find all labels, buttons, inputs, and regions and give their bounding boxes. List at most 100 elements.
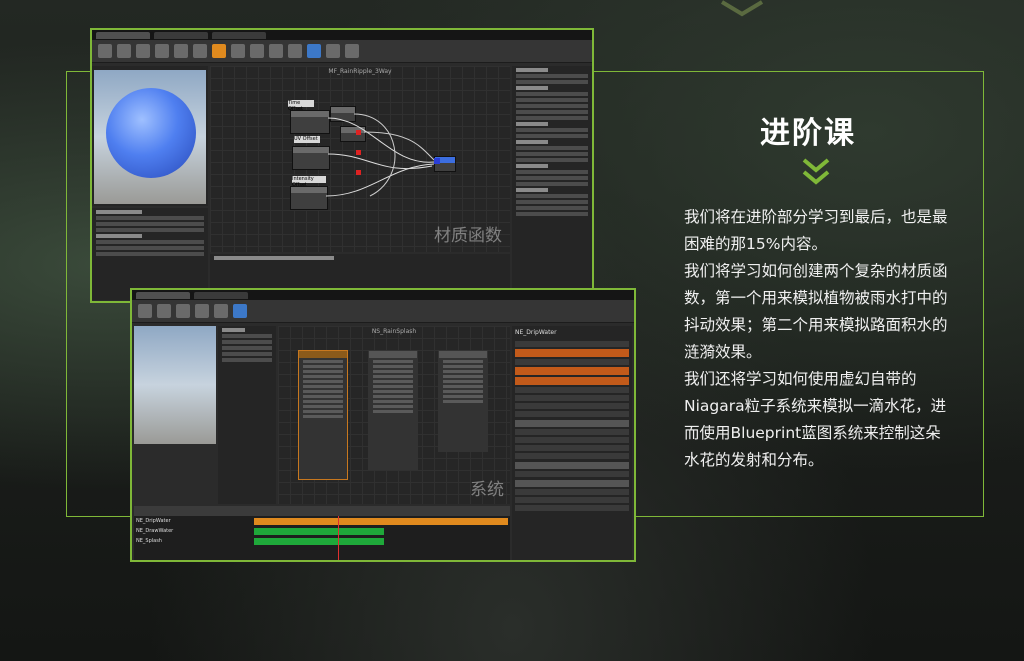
live-preview-icon[interactable] xyxy=(288,44,302,58)
more-icon[interactable] xyxy=(345,44,359,58)
palette-category xyxy=(516,122,548,126)
play-icon[interactable] xyxy=(233,304,247,318)
palette-item[interactable] xyxy=(516,98,588,102)
palette-item[interactable] xyxy=(516,200,588,204)
save-icon[interactable] xyxy=(138,304,152,318)
track-label-1[interactable]: NE_DripWater xyxy=(136,518,171,524)
stats-icon[interactable] xyxy=(212,44,226,58)
tab-editor-3[interactable] xyxy=(212,31,266,39)
property-row[interactable] xyxy=(515,437,629,443)
bounds-icon[interactable] xyxy=(214,304,228,318)
tab-editor-2[interactable] xyxy=(154,31,208,39)
property-row[interactable] xyxy=(515,429,629,435)
release-stats-icon[interactable] xyxy=(231,44,245,58)
track-label-3[interactable]: NE_Splash xyxy=(136,538,162,544)
search-field[interactable] xyxy=(515,341,629,347)
clean-up-icon[interactable] xyxy=(193,44,207,58)
track-label-2[interactable]: NE_DrawWater xyxy=(136,528,173,534)
preview-sphere xyxy=(106,88,196,178)
module-row[interactable] xyxy=(515,411,629,417)
scalability-header[interactable] xyxy=(515,462,629,469)
hide-connectors-icon[interactable] xyxy=(269,44,283,58)
apply-icon[interactable] xyxy=(136,44,150,58)
parameter-row[interactable] xyxy=(222,346,272,350)
module-row[interactable] xyxy=(515,403,629,409)
timeline-track-bar[interactable] xyxy=(254,538,384,545)
system-overview-graph[interactable]: NS_RainSplash 系统 xyxy=(278,326,510,504)
module-row[interactable] xyxy=(515,387,629,393)
tab-system[interactable] xyxy=(136,291,190,299)
palette-item[interactable] xyxy=(516,80,588,84)
search-icon[interactable] xyxy=(155,44,169,58)
spawn-burst-header[interactable] xyxy=(515,480,629,487)
palette-item[interactable] xyxy=(516,116,588,120)
top-chevron-icon xyxy=(720,0,764,17)
description-paragraph: 我们将学习如何创建两个复杂的材质函数，第一个用来模拟植物被雨水打中的抖动效果；第… xyxy=(684,262,948,361)
details-header xyxy=(96,234,143,238)
parameter-row[interactable] xyxy=(222,340,272,344)
palette-item[interactable] xyxy=(516,182,588,186)
description-paragraph: 我们还将学习如何使用虚幻自带的Niagara粒子系统来模拟一滴水花，进而使用Bl… xyxy=(684,370,947,469)
property-row[interactable] xyxy=(515,489,629,495)
emitter-node[interactable] xyxy=(368,350,418,470)
preview-panel xyxy=(92,66,208,206)
palette-item[interactable] xyxy=(516,74,588,78)
node-graph[interactable]: MF_RainRipple_3Way Time Offset UV Offset… xyxy=(210,66,510,252)
parameter-row[interactable] xyxy=(222,334,272,338)
timeline-track-bar[interactable] xyxy=(254,518,508,525)
compile-icon[interactable] xyxy=(176,304,190,318)
palette-item[interactable] xyxy=(516,92,588,96)
playhead[interactable] xyxy=(338,516,339,560)
property-row[interactable] xyxy=(515,471,629,477)
save-icon[interactable] xyxy=(98,44,112,58)
property-row[interactable] xyxy=(515,453,629,459)
graph-title: NS_RainSplash xyxy=(371,328,417,335)
preview-viewport[interactable] xyxy=(134,326,216,444)
palette-item[interactable] xyxy=(516,206,588,210)
palette-item[interactable] xyxy=(516,134,588,138)
module-row[interactable] xyxy=(515,349,629,357)
emitter-node[interactable] xyxy=(438,350,488,452)
emitter-state-header[interactable] xyxy=(515,420,629,427)
selection-panel: NE_DripWater xyxy=(512,326,632,560)
tab-system-2[interactable] xyxy=(194,291,248,299)
tab-editor[interactable] xyxy=(96,31,150,39)
palette-item[interactable] xyxy=(516,152,588,156)
palette-item[interactable] xyxy=(516,110,588,114)
palette-item[interactable] xyxy=(516,104,588,108)
module-row[interactable] xyxy=(515,377,629,385)
emitter-node[interactable] xyxy=(298,350,348,480)
property-row[interactable] xyxy=(515,445,629,451)
live-update-icon[interactable] xyxy=(326,44,340,58)
browse-icon[interactable] xyxy=(117,44,131,58)
timeline-track-bar[interactable] xyxy=(254,528,384,535)
property-row[interactable] xyxy=(515,505,629,511)
property-row[interactable] xyxy=(515,497,629,503)
thumbnail-icon[interactable] xyxy=(195,304,209,318)
description: 我们将在进阶部分学习到最后，也是最困难的那15%内容。 我们将学习如何创建两个复… xyxy=(684,204,954,474)
editor-toolbar xyxy=(132,300,634,323)
palette-item[interactable] xyxy=(516,170,588,174)
details-row xyxy=(96,246,204,250)
palette-item[interactable] xyxy=(516,194,588,198)
browse-icon[interactable] xyxy=(157,304,171,318)
palette-item[interactable] xyxy=(516,146,588,150)
palette-item[interactable] xyxy=(516,128,588,132)
parameters-panel xyxy=(218,326,276,504)
emitter-name: NE_DripWater xyxy=(515,329,557,336)
niagara-system-window[interactable]: NS_RainSplash 系统 NE_DripWater NE_DripWat… xyxy=(130,288,636,562)
palette-item[interactable] xyxy=(516,158,588,162)
material-function-window[interactable]: MF_RainRipple_3Way Time Offset UV Offset… xyxy=(90,28,594,303)
palette-item[interactable] xyxy=(516,176,588,180)
module-row[interactable] xyxy=(515,359,629,365)
home-icon[interactable] xyxy=(174,44,188,58)
parameter-row[interactable] xyxy=(222,352,272,356)
module-row[interactable] xyxy=(515,395,629,401)
window-tab-bar xyxy=(132,290,634,300)
stats-header xyxy=(214,256,334,260)
platform-stats-icon[interactable] xyxy=(250,44,264,58)
live-nodes-icon[interactable] xyxy=(307,44,321,58)
parameter-row[interactable] xyxy=(222,358,272,362)
module-row[interactable] xyxy=(515,367,629,375)
palette-item[interactable] xyxy=(516,212,588,216)
